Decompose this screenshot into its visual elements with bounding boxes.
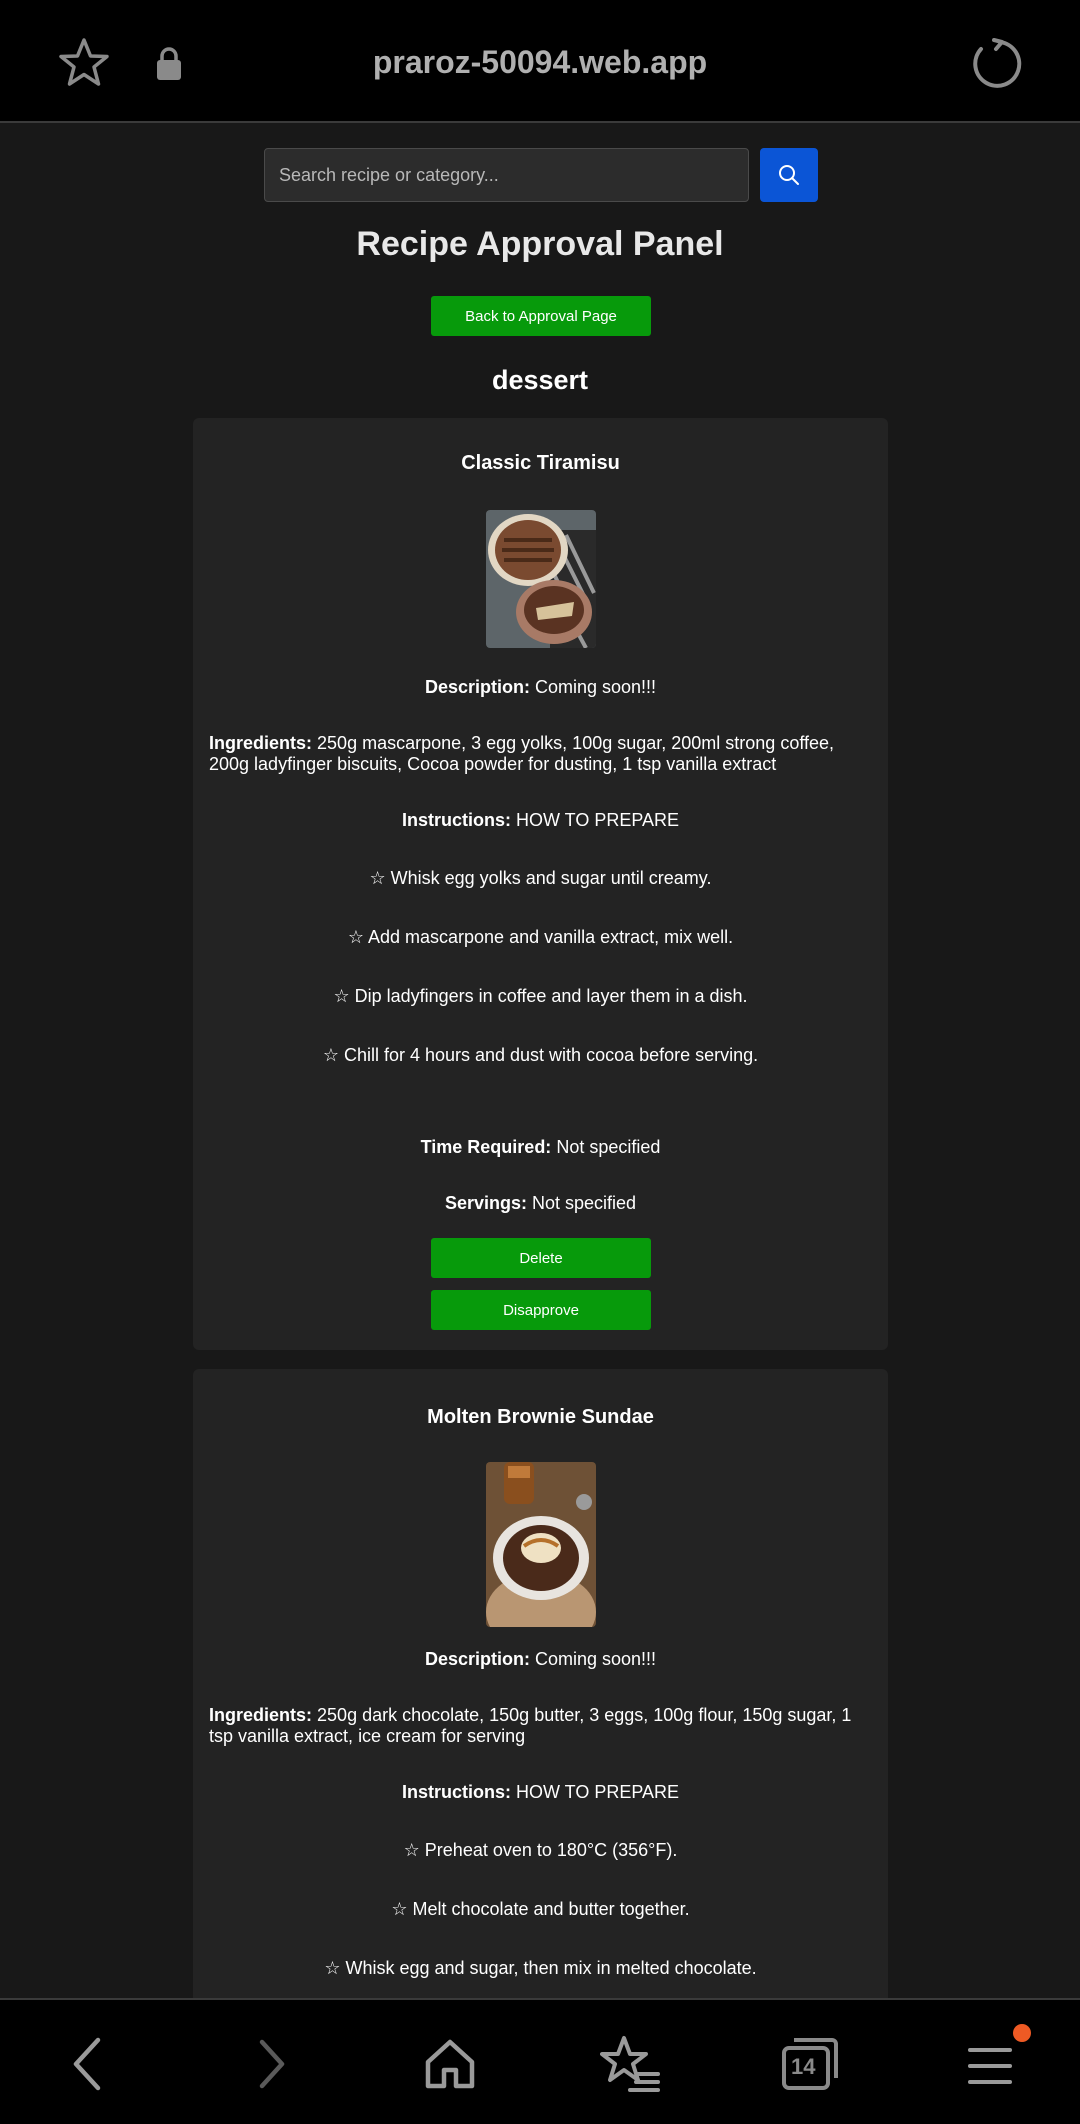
instruction-step: ☆ Chill for 4 hours and dust with cocoa … (322, 1045, 759, 1065)
disapprove-button[interactable]: Disapprove (431, 1290, 651, 1330)
recipe-image (486, 510, 596, 648)
instruction-step: ☆ Dip ladyfingers in coffee and layer th… (333, 986, 748, 1006)
bookmarks-icon[interactable] (600, 2034, 660, 2094)
back-arrow-icon[interactable] (58, 2034, 118, 2094)
category-heading: dessert (491, 365, 589, 395)
search-icon (779, 165, 799, 185)
forward-arrow-icon[interactable] (242, 2034, 302, 2094)
back-to-approval-button[interactable]: Back to Approval Page (431, 296, 651, 336)
page-content: Recipe Approval Panel Back to Approval P… (0, 125, 1080, 2000)
page-title: Recipe Approval Panel (356, 225, 724, 263)
notification-dot (1013, 2024, 1031, 2042)
address-bar-url[interactable]: praroz-50094.web.app (0, 44, 1080, 81)
browser-top-bar: praroz-50094.web.app (0, 0, 1080, 123)
recipe-instructions: Instructions: HOW TO PREPARE (401, 1782, 680, 1802)
instruction-step: ☆ Add mascarpone and vanilla extract, mi… (347, 927, 734, 947)
recipe-card: Classic Tiramisu Description: Coming soo… (193, 418, 888, 1350)
recipe-name: Molten Brownie Sundae (427, 1406, 654, 1428)
recipe-ingredients: Ingredients: 250g dark chocolate, 150g b… (209, 1705, 852, 1746)
instruction-step: ☆ Whisk egg yolks and sugar until creamy… (369, 868, 712, 888)
home-icon[interactable] (420, 2034, 480, 2094)
recipe-card: Molten Brownie Sundae Description: Comin… (193, 1369, 888, 2000)
recipe-image (486, 1462, 596, 1627)
tab-count: 14 (791, 2054, 816, 2079)
tabs-button[interactable]: 14 (780, 2034, 840, 2094)
recipe-ingredients: Ingredients: 250g mascarpone, 3 egg yolk… (209, 733, 835, 774)
recipe-description: Description: Coming soon!!! (424, 1649, 657, 1669)
search-input[interactable] (264, 148, 749, 202)
browser-bottom-bar: 14 (0, 1998, 1080, 2124)
reload-icon[interactable] (968, 36, 1024, 92)
instruction-step: ☆ Preheat oven to 180°C (356°F). (403, 1840, 678, 1860)
recipe-name: Classic Tiramisu (461, 452, 620, 474)
recipe-time: Time Required: Not specified (420, 1137, 661, 1157)
recipe-instructions: Instructions: HOW TO PREPARE (401, 810, 680, 830)
menu-icon[interactable] (960, 2034, 1020, 2094)
instruction-step: ☆ Melt chocolate and butter together. (391, 1899, 690, 1919)
recipe-servings: Servings: Not specified (444, 1193, 637, 1213)
delete-button[interactable]: Delete (431, 1238, 651, 1278)
instruction-step: ☆ Whisk egg and sugar, then mix in melte… (324, 1958, 757, 1978)
recipe-description: Description: Coming soon!!! (424, 677, 657, 697)
search-button[interactable] (760, 148, 818, 202)
